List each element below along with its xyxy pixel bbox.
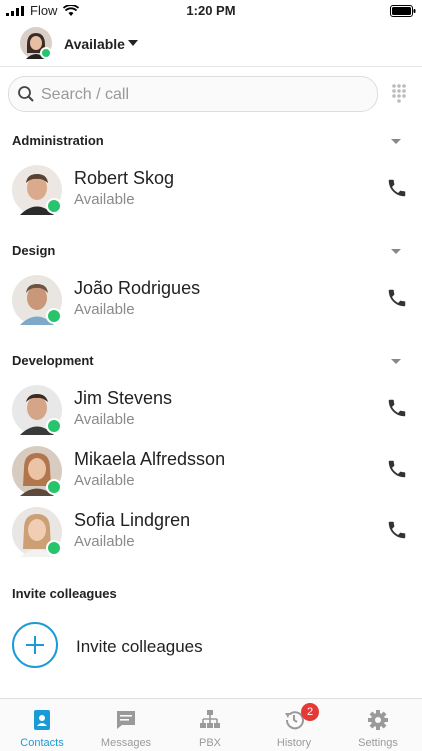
online-status-dot <box>46 540 62 556</box>
contact-status: Available <box>74 301 135 318</box>
tab-history[interactable]: 2 History <box>252 699 336 751</box>
contact-name: João Rodrigues <box>74 278 201 298</box>
section-title-administration: Administration <box>12 133 104 148</box>
section-title-invite: Invite colleagues <box>12 586 117 601</box>
phone-icon[interactable] <box>386 458 408 480</box>
chevron-down-icon[interactable] <box>391 359 401 364</box>
contact-name: Robert Skog <box>74 168 175 188</box>
tab-contacts[interactable]: Contacts <box>0 699 84 751</box>
presence-label[interactable]: Available <box>64 36 125 52</box>
online-status-dot <box>46 479 62 495</box>
settings-icon <box>368 710 388 730</box>
tab-label: History <box>276 737 312 749</box>
invite-label[interactable]: Invite colleagues <box>76 637 203 657</box>
plus-icon[interactable] <box>12 622 58 668</box>
phone-icon[interactable] <box>386 519 408 541</box>
messages-icon <box>117 711 135 729</box>
contact-name: Jim Stevens <box>74 388 173 408</box>
online-status-dot <box>46 308 62 324</box>
invite-colleagues-button[interactable]: Invite colleagues <box>0 622 422 672</box>
section-title-design: Design <box>12 243 56 258</box>
status-bar: Flow 1:20 PM <box>0 0 422 22</box>
chevron-down-icon[interactable] <box>391 249 401 254</box>
contact-status: Available <box>74 533 135 550</box>
tab-label: PBX <box>198 737 221 749</box>
chevron-down-icon[interactable] <box>128 40 138 46</box>
contacts-icon <box>34 710 50 730</box>
tab-label: Contacts <box>20 737 64 749</box>
phone-icon[interactable] <box>386 287 408 309</box>
pbx-icon <box>200 710 220 728</box>
phone-icon[interactable] <box>386 397 408 419</box>
history-badge: 2 <box>301 703 319 721</box>
presence-selector[interactable]: Available <box>0 22 422 67</box>
contact-row[interactable]: Jim Stevens Available <box>0 380 422 440</box>
contact-status: Available <box>74 191 135 208</box>
my-avatar[interactable] <box>20 27 52 59</box>
contact-row[interactable]: Sofia Lindgren Available <box>0 502 422 562</box>
search-input[interactable] <box>39 83 363 107</box>
contact-status: Available <box>74 472 135 489</box>
tab-bar: Contacts Messages PBX 2 History Settings <box>0 698 422 751</box>
contact-row[interactable]: Mikaela Alfredsson Available <box>0 441 422 501</box>
tab-pbx[interactable]: PBX <box>168 699 252 751</box>
dialpad-icon[interactable] <box>391 83 407 103</box>
clock: 1:20 PM <box>186 3 236 18</box>
tab-messages[interactable]: Messages <box>84 699 168 751</box>
section-title-development: Development <box>12 353 94 368</box>
phone-icon[interactable] <box>386 177 408 199</box>
online-status-dot <box>46 418 62 434</box>
contact-row[interactable]: Robert Skog Available <box>0 160 422 220</box>
tab-label: Messages <box>100 737 152 749</box>
chevron-down-icon[interactable] <box>391 139 401 144</box>
contact-status: Available <box>74 411 135 428</box>
contact-name: Sofia Lindgren <box>74 510 191 530</box>
battery-icon <box>390 4 416 22</box>
search-icon <box>18 86 34 102</box>
tab-settings[interactable]: Settings <box>336 699 420 751</box>
contact-name: Mikaela Alfredsson <box>74 449 226 469</box>
tab-label: Settings <box>358 737 398 749</box>
search-bar[interactable] <box>8 76 378 112</box>
online-status-dot <box>46 198 62 214</box>
contact-row[interactable]: João Rodrigues Available <box>0 270 422 330</box>
